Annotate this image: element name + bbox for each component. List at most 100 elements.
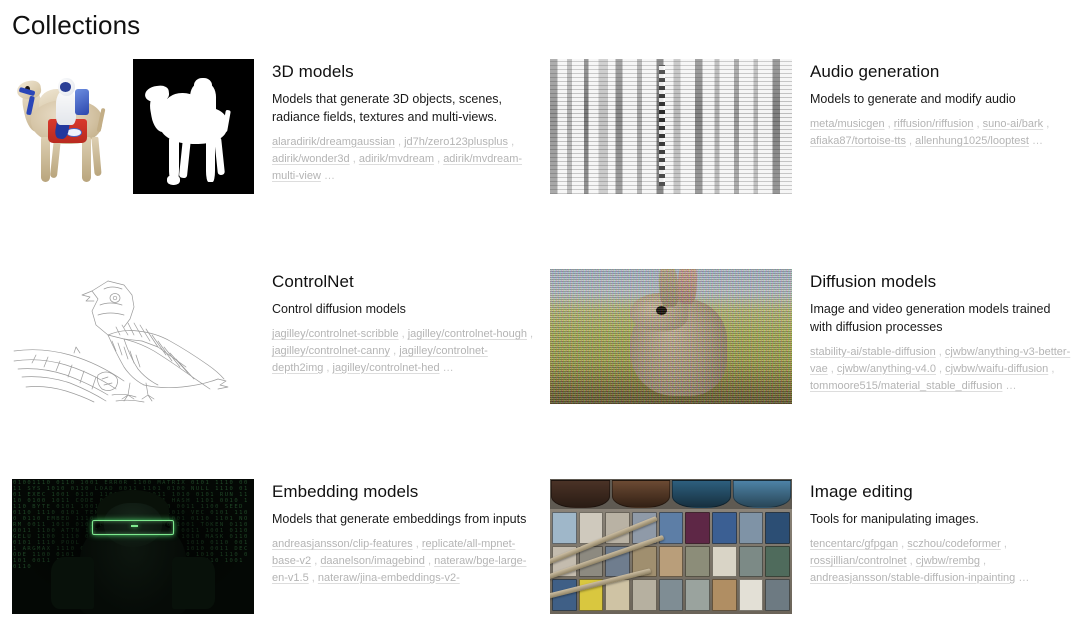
collections-grid: 3D models Models that generate 3D object… — [12, 59, 1080, 620]
watercolor-paint-tray-image — [550, 479, 792, 615]
model-separator: , — [434, 152, 444, 165]
collection-card-controlnet[interactable]: ControlNet Control diffusion models jagi… — [12, 269, 550, 479]
model-link[interactable]: afiaka87/tortoise-tts — [810, 135, 906, 147]
model-link[interactable]: daanelson/imagebind — [320, 555, 425, 567]
model-link[interactable]: tencentarc/gfpgan — [810, 538, 898, 550]
model-separator: , — [898, 537, 908, 550]
model-link[interactable]: adirik/wonder3d — [272, 153, 350, 165]
collection-text: Diffusion models Image and video generat… — [794, 269, 1076, 394]
matrix-code-hacker-image: 01001110 0110 1001 ERR0R 1100 MATRIX 010… — [12, 479, 254, 615]
camel-silhouette-mask-thumbnail[interactable] — [133, 59, 254, 195]
model-list-ellipsis: … — [1028, 134, 1043, 147]
collection-card-image-editing[interactable]: Image editing Tools for manipulating ima… — [550, 479, 1080, 620]
collection-text: 3D models Models that generate 3D object… — [256, 59, 538, 184]
collection-title[interactable]: Embedding models — [272, 481, 538, 504]
model-list-ellipsis: … — [1015, 571, 1030, 584]
collection-thumbnails[interactable] — [550, 269, 794, 405]
model-separator: , — [1048, 362, 1055, 375]
model-separator: , — [394, 135, 405, 148]
collection-model-list[interactable]: stability-ai/stable-diffusion , cjwbw/an… — [810, 344, 1076, 395]
model-link[interactable]: rossjillian/controlnet — [810, 555, 907, 567]
model-separator: , — [308, 571, 318, 584]
model-list-ellipsis: … — [320, 169, 335, 182]
model-link[interactable]: allenhung1025/looptest — [915, 135, 1029, 147]
collection-text: Embedding models Models that generate em… — [256, 479, 538, 587]
collection-thumbnails[interactable]: 01001110 0110 1001 ERR0R 1100 MATRIX 010… — [12, 479, 256, 615]
collection-thumbnails[interactable] — [12, 59, 256, 195]
model-separator: , — [1000, 537, 1007, 550]
model-separator: , — [323, 361, 333, 374]
model-link[interactable]: jagilley/controlnet-hed — [333, 362, 440, 374]
model-separator: , — [390, 344, 400, 357]
collection-description: Models to generate and modify audio — [810, 92, 1016, 107]
collections-page: Collections 3D models Models that genera… — [0, 0, 1080, 620]
model-link[interactable]: cjwbw/rembg — [916, 555, 980, 567]
watercolor-paint-tray-thumbnail[interactable] — [550, 479, 792, 615]
collection-card-embedding-models[interactable]: 01001110 0110 1001 ERR0R 1100 MATRIX 010… — [12, 479, 550, 620]
collection-thumbnails[interactable] — [550, 59, 794, 195]
model-link[interactable]: stability-ai/stable-diffusion — [810, 346, 936, 358]
collection-card-3d-models[interactable]: 3D models Models that generate 3D object… — [12, 59, 550, 269]
collection-description: Tools for manipulating images. — [810, 512, 979, 527]
model-link[interactable]: alaradirik/dreamgaussian — [272, 136, 395, 148]
model-separator: , — [508, 135, 515, 148]
collection-model-list[interactable]: meta/musicgen , riffusion/riffusion , su… — [810, 116, 1076, 150]
model-link[interactable]: andreasjansson/clip-features — [272, 538, 413, 550]
camel-astronaut-photo-thumbnail[interactable] — [12, 59, 133, 195]
model-link[interactable]: cjwbw/waifu-diffusion — [945, 363, 1048, 375]
collection-title[interactable]: ControlNet — [272, 271, 538, 294]
model-separator: , — [884, 117, 894, 130]
camel-astronaut-image — [12, 59, 133, 195]
model-separator: , — [906, 554, 916, 567]
collection-description: Models that generate 3D objects, scenes,… — [272, 92, 502, 124]
model-separator: , — [424, 554, 435, 567]
model-separator: , — [935, 362, 946, 375]
collection-model-list[interactable]: tencentarc/gfpgan , sczhou/codeformer , … — [810, 536, 1076, 587]
model-link[interactable]: riffusion/riffusion — [894, 118, 974, 130]
collection-card-audio-generation[interactable]: Audio generation Models to generate and … — [550, 59, 1080, 269]
model-link[interactable]: jagilley/controlnet-scribble — [272, 328, 399, 340]
model-link[interactable]: jd7h/zero123plusplus — [404, 136, 508, 148]
model-link[interactable]: jagilley/controlnet-hough — [408, 328, 527, 340]
collection-thumbnails[interactable] — [12, 269, 256, 405]
model-separator: , — [412, 537, 422, 550]
model-link[interactable]: sczhou/codeformer — [907, 538, 1001, 550]
model-separator: , — [906, 134, 916, 147]
model-link[interactable]: andreasjansson/stable-diffusion-inpainti… — [810, 572, 1015, 584]
audio-spectrogram-thumbnail[interactable] — [550, 59, 792, 195]
model-link[interactable]: nateraw/jina-embeddings-v2- — [318, 572, 460, 584]
model-separator: , — [973, 117, 983, 130]
model-link[interactable]: tommoore515/material_stable_diffusion — [810, 380, 1002, 392]
collection-description: Control diffusion models — [272, 302, 406, 317]
collection-description: Models that generate embeddings from inp… — [272, 512, 527, 527]
noisy-rabbit-thumbnail[interactable] — [550, 269, 792, 405]
model-separator: , — [827, 362, 837, 375]
model-separator: , — [398, 327, 408, 340]
model-separator: , — [935, 345, 945, 358]
matrix-code-hacker-thumbnail[interactable]: 01001110 0110 1001 ERR0R 1100 MATRIX 010… — [12, 479, 254, 615]
collection-model-list[interactable]: andreasjansson/clip-features , replicate… — [272, 536, 538, 587]
page-title: Collections — [12, 10, 141, 40]
collection-title[interactable]: Audio generation — [810, 61, 1076, 84]
model-list-ellipsis: … — [439, 361, 454, 374]
bird-scribble-line-drawing-image — [12, 269, 254, 405]
model-separator: , — [526, 327, 534, 340]
model-link[interactable]: meta/musicgen — [810, 118, 885, 130]
bird-scribble-thumbnail[interactable] — [12, 269, 254, 405]
collection-card-diffusion-models[interactable]: Diffusion models Image and video generat… — [550, 269, 1080, 479]
collection-model-list[interactable]: alaradirik/dreamgaussian , jd7h/zero123p… — [272, 134, 538, 185]
model-list-ellipsis: … — [1002, 379, 1017, 392]
collection-title[interactable]: Image editing — [810, 481, 1076, 504]
model-link[interactable]: cjwbw/anything-v4.0 — [837, 363, 936, 375]
model-link[interactable]: jagilley/controlnet-canny — [272, 345, 390, 357]
collection-title[interactable]: 3D models — [272, 61, 538, 84]
collection-model-list[interactable]: jagilley/controlnet-scribble , jagilley/… — [272, 326, 538, 377]
model-link[interactable]: adirik/mvdream — [359, 153, 434, 165]
collection-title[interactable]: Diffusion models — [810, 271, 1076, 294]
collection-thumbnails[interactable] — [550, 479, 794, 615]
model-separator: , — [979, 554, 987, 567]
audio-spectrogram-image — [550, 59, 792, 195]
collection-text: Image editing Tools for manipulating ima… — [794, 479, 1076, 587]
model-link[interactable]: suno-ai/bark — [983, 118, 1044, 130]
collection-description: Image and video generation models traine… — [810, 302, 1051, 334]
